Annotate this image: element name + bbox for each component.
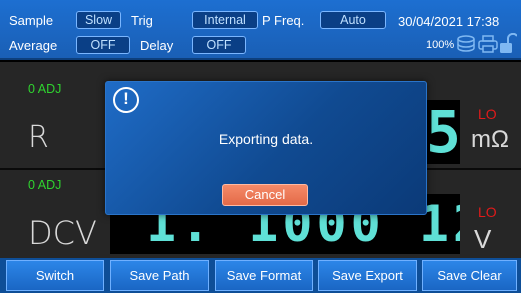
secondary-lo: LO	[478, 204, 497, 220]
save-export-button[interactable]: Save Export	[318, 260, 417, 291]
secondary-function: DCV	[28, 214, 97, 252]
alert-icon: !	[113, 87, 139, 113]
sample-label: Sample	[9, 13, 54, 28]
average-label: Average	[9, 38, 58, 53]
status-bar: Sample Slow Trig Internal P Freq. Auto A…	[0, 0, 521, 60]
dialog-message: Exporting data.	[218, 131, 314, 147]
pfreq-value[interactable]: Auto	[320, 11, 386, 29]
primary-digits: 5	[426, 100, 460, 164]
secondary-unit: V	[474, 224, 492, 254]
primary-unit: mΩ	[471, 126, 509, 153]
sample-value[interactable]: Slow	[76, 11, 121, 29]
average-value[interactable]: OFF	[76, 36, 130, 54]
delay-value[interactable]: OFF	[192, 36, 246, 54]
switch-button[interactable]: Switch	[6, 260, 104, 291]
primary-function: R	[28, 120, 49, 155]
cancel-button[interactable]: Cancel	[222, 184, 308, 206]
datetime: 30/04/2021 17:38	[398, 14, 500, 29]
pfreq-label: P Freq.	[262, 13, 305, 28]
save-clear-button[interactable]: Save Clear	[422, 260, 517, 291]
save-path-button[interactable]: Save Path	[110, 260, 209, 291]
save-format-button[interactable]: Save Format	[215, 260, 313, 291]
trig-label: Trig	[131, 13, 153, 28]
printer-icon	[478, 35, 498, 53]
softkey-bar: Switch Save Path Save Format Save Export…	[0, 258, 521, 293]
unlock-icon	[500, 33, 517, 53]
storage-icon	[457, 35, 475, 52]
primary-lo: LO	[478, 106, 497, 122]
battery-level: 100%	[426, 39, 455, 51]
primary-adj: 0 ADJ	[28, 82, 62, 96]
delay-label: Delay	[140, 38, 174, 53]
secondary-adj: 0 ADJ	[28, 178, 62, 192]
trig-value[interactable]: Internal	[192, 11, 258, 29]
